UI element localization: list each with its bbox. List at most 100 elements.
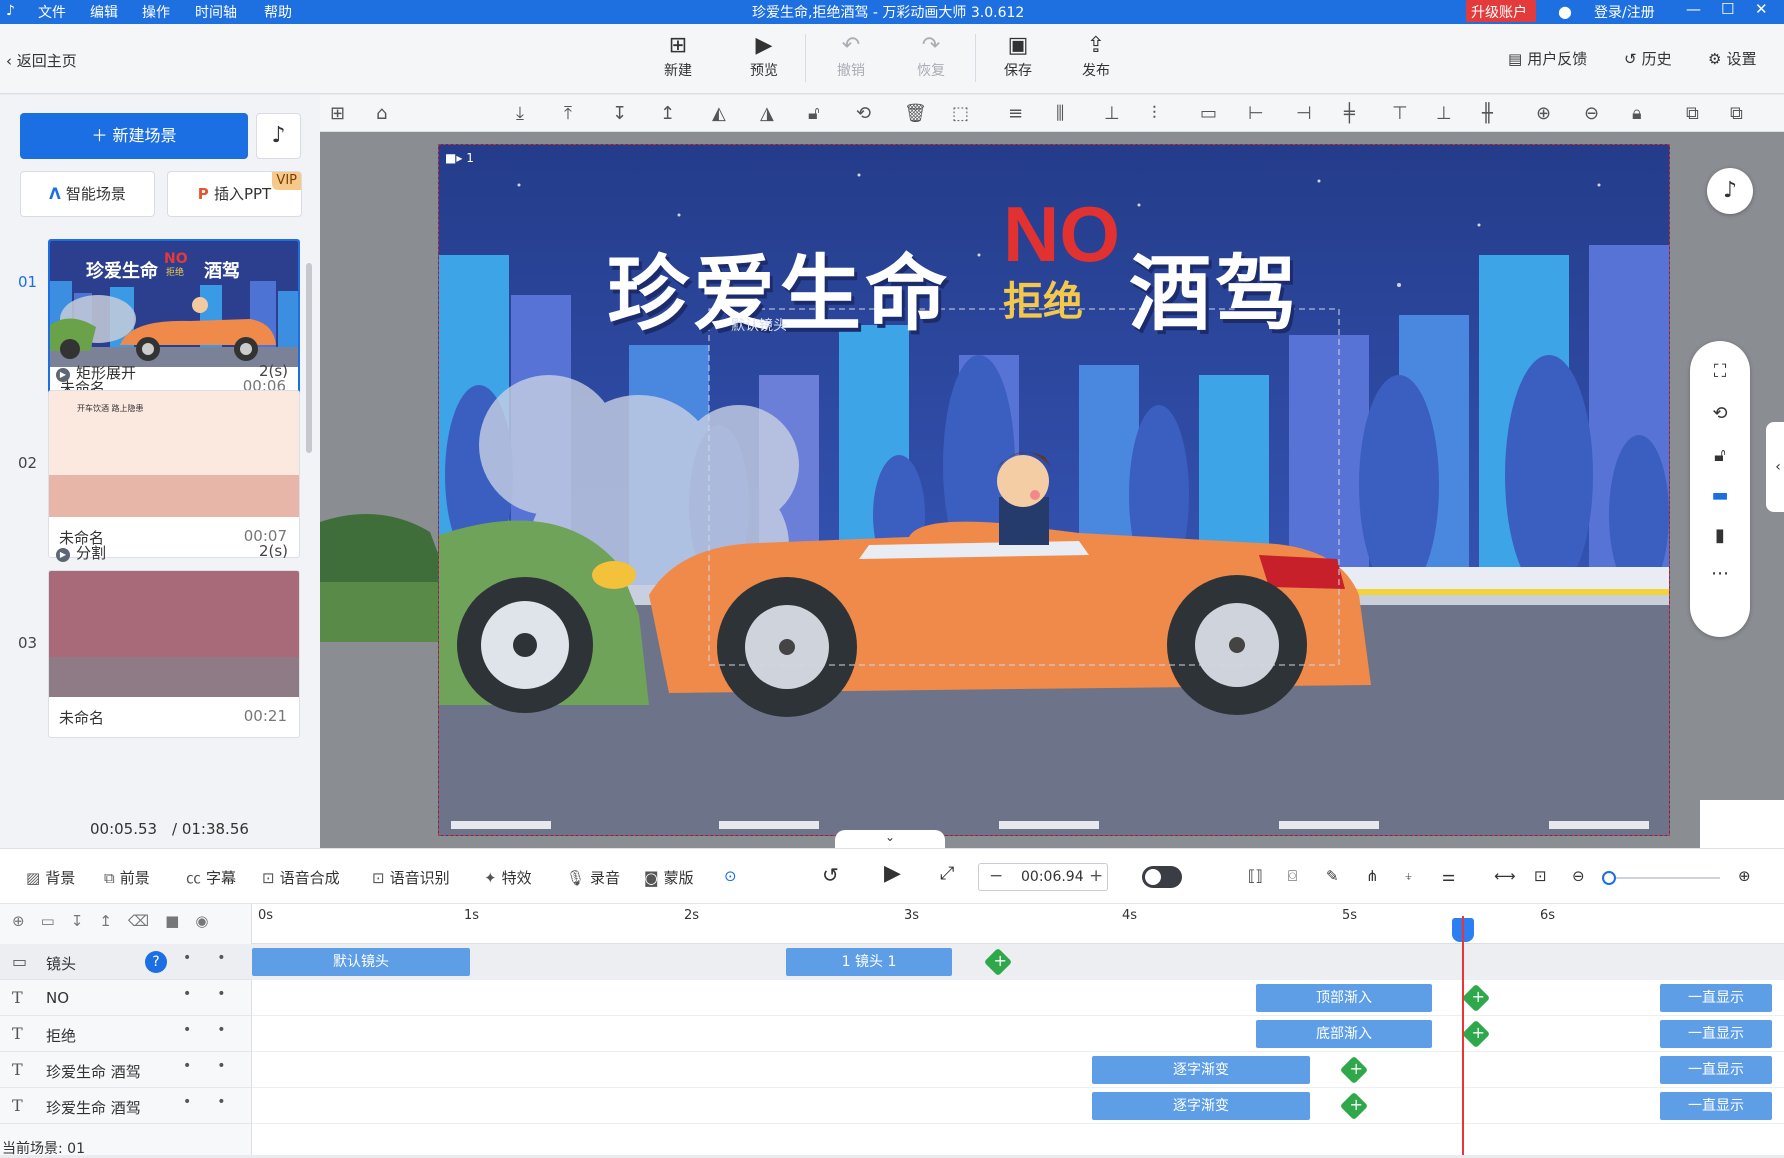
scene-card-01[interactable]: 珍爱生命 NO 拒绝 酒驾 未命名 00:06	[48, 239, 300, 409]
music-button[interactable]: ♪	[256, 113, 301, 159]
snap-toggle[interactable]	[1142, 866, 1182, 888]
title-text-reject[interactable]: 拒绝	[1003, 269, 1083, 327]
align-middle-icon[interactable]: ╪	[1344, 103, 1355, 124]
track-toggles[interactable]: ••	[183, 986, 252, 1002]
title-text-right[interactable]: 酒驾	[1129, 227, 1301, 346]
keyframe-add-icon[interactable]	[1339, 1091, 1369, 1121]
transition-item[interactable]: ▶ 分割 2(s)	[56, 542, 296, 563]
zoom-in-icon[interactable]: ⊕	[1536, 103, 1551, 124]
zoom-in-timeline-icon[interactable]: ⊕	[1738, 867, 1751, 885]
menu-timeline[interactable]: 时间轴	[195, 2, 237, 22]
distribute-icon[interactable]: ⫶	[1152, 103, 1157, 124]
back-home-link[interactable]: ‹ 返回主页	[6, 50, 77, 71]
track-text[interactable]: T 珍爱生命 酒驾 ••	[0, 1088, 252, 1124]
lock-icon[interactable]: ■	[165, 912, 195, 930]
minus-icon[interactable]: −	[989, 866, 1003, 886]
record-button[interactable]: 🎙︎ 录音	[566, 867, 620, 888]
undo-button[interactable]: ↶ 撤销	[823, 32, 879, 80]
save-button[interactable]: ▣ 保存	[990, 32, 1046, 80]
move-down-icon[interactable]: ↧	[71, 912, 100, 930]
timeline-segment[interactable]: 一直显示	[1660, 1092, 1772, 1120]
fit-icon[interactable]: ⟦⟧	[1248, 867, 1263, 885]
actual-size-icon[interactable]: ⊡	[1534, 867, 1547, 885]
tts-button[interactable]: ⊡ 语音合成	[262, 867, 340, 888]
feedback-link[interactable]: ▤ 用户反馈	[1508, 48, 1587, 69]
track-camera[interactable]: ▭ 镜头 ? ••	[0, 944, 252, 980]
paste-icon[interactable]: ⧉	[1730, 103, 1743, 124]
adjust-icon[interactable]: ⚌	[1442, 867, 1455, 885]
asr-button[interactable]: ⊡ 语音识别	[372, 867, 450, 888]
scene-card-02[interactable]: 开车饮酒 路上隐患 未命名 00:07	[48, 390, 300, 558]
expand-panel-tab[interactable]: ‹	[1766, 422, 1784, 512]
foreground-button[interactable]: ⧉ 前景	[104, 867, 150, 888]
preview-button[interactable]: ▶ 预览	[736, 32, 792, 80]
smart-scene-button[interactable]: ᐱ 智能场景	[20, 171, 155, 217]
center-icon[interactable]: ╫	[1482, 103, 1493, 124]
effects-button[interactable]: ✦ 特效	[484, 867, 532, 888]
track-text[interactable]: T 拒绝 ••	[0, 1016, 252, 1052]
camera-snapshot-icon[interactable]: ⌼	[1288, 867, 1297, 885]
redo-button[interactable]: ↷ 恢复	[903, 32, 959, 80]
minimap[interactable]	[1700, 800, 1784, 848]
menu-operate[interactable]: 操作	[142, 2, 170, 22]
keyframe-add-icon[interactable]	[1339, 1055, 1369, 1085]
insert-ppt-button[interactable]: P 插入PPT VIP	[167, 171, 302, 217]
move-down-icon[interactable]: ↧	[612, 103, 627, 124]
group-icon[interactable]: ⬚	[952, 103, 969, 124]
timeline-segment[interactable]: 顶部渐入	[1256, 984, 1432, 1012]
time-value[interactable]: 00:06.94	[1021, 869, 1084, 885]
history-link[interactable]: ↺ 历史	[1624, 48, 1672, 69]
user-avatar-icon[interactable]: ●	[1558, 2, 1572, 21]
track-text[interactable]: T NO ••	[0, 980, 252, 1016]
mask-button[interactable]: ◙ 蒙版	[644, 867, 694, 888]
fit-width-icon[interactable]: ⟷	[1494, 867, 1516, 885]
scene-canvas[interactable]: ■▸ 1 珍爱生命 NO 拒绝 酒驾 默认镜头	[438, 144, 1670, 836]
scene-list-scrollbar[interactable]	[306, 263, 312, 453]
new-folder-icon[interactable]: ⊕	[12, 912, 41, 930]
align-bottom-icon[interactable]: ⊥	[1104, 103, 1120, 124]
title-text-no[interactable]: NO	[1003, 189, 1120, 280]
timeline-segment[interactable]: 一直显示	[1660, 984, 1772, 1012]
zoom-out-timeline-icon[interactable]: ⊖	[1572, 867, 1585, 885]
new-scene-button[interactable]: ＋ 新建场景	[20, 113, 248, 159]
keyframe-add-icon[interactable]	[1461, 983, 1491, 1013]
play-button[interactable]: ▶	[884, 861, 901, 886]
align-right-icon[interactable]: ⊣	[1296, 103, 1312, 124]
new-button[interactable]: ⊞ 新建	[650, 32, 706, 80]
time-ruler[interactable]: 0s 1s 2s 3s 4s 5s 6s	[252, 904, 1784, 944]
rotate-icon[interactable]: ⟲	[1708, 403, 1732, 424]
collapse-timeline-handle[interactable]: ⌄	[835, 830, 945, 848]
close-icon[interactable]: ✕	[1755, 0, 1768, 18]
zoom-slider-knob[interactable]	[1602, 871, 1616, 885]
align-base-icon[interactable]: ⊥	[1436, 103, 1452, 124]
timeline-segment[interactable]: 默认镜头	[252, 948, 470, 976]
unlock-icon[interactable]: 🔒︎	[1632, 103, 1642, 124]
timeline-segment[interactable]: 底部渐入	[1256, 1020, 1432, 1048]
more-options-icon[interactable]: ⊙	[724, 867, 737, 885]
fit-screen-icon[interactable]: ⛶	[1708, 361, 1732, 382]
keyframe-add-icon[interactable]	[983, 947, 1013, 977]
menu-help[interactable]: 帮助	[264, 2, 292, 22]
ruler-icon[interactable]: ⊞	[330, 103, 345, 124]
scene-card-03[interactable]: 未命名 00:21	[48, 570, 300, 738]
help-icon[interactable]: ?	[145, 951, 167, 973]
background-button[interactable]: ▨ 背景	[26, 867, 75, 888]
menu-edit[interactable]: 编辑	[90, 2, 118, 22]
camera-marker[interactable]: ■▸ 1	[445, 151, 474, 165]
track-text[interactable]: T 珍爱生命 酒驾 ••	[0, 1052, 252, 1088]
eye-icon[interactable]: ◉	[195, 912, 224, 930]
folder-icon[interactable]: ▭	[41, 912, 71, 930]
track-toggles[interactable]: ••	[183, 1022, 252, 1038]
move-top-icon[interactable]: ⤒	[564, 103, 572, 124]
settings-link[interactable]: ⚙ 设置	[1708, 48, 1756, 69]
move-up-icon[interactable]: ↥	[660, 103, 675, 124]
login-register-link[interactable]: 登录/注册	[1594, 2, 1655, 22]
track-toggles[interactable]: ••	[183, 950, 252, 966]
more-icon[interactable]: ⋯	[1708, 563, 1732, 584]
landscape-icon[interactable]: ▬	[1708, 485, 1732, 506]
plus-icon[interactable]: +	[1089, 866, 1103, 886]
zoom-slider-track[interactable]	[1608, 877, 1720, 879]
zoom-out-icon[interactable]: ⊖	[1584, 103, 1599, 124]
home-icon[interactable]: ⌂	[376, 103, 387, 124]
subtitle-button[interactable]: ㏄字幕	[186, 867, 236, 888]
